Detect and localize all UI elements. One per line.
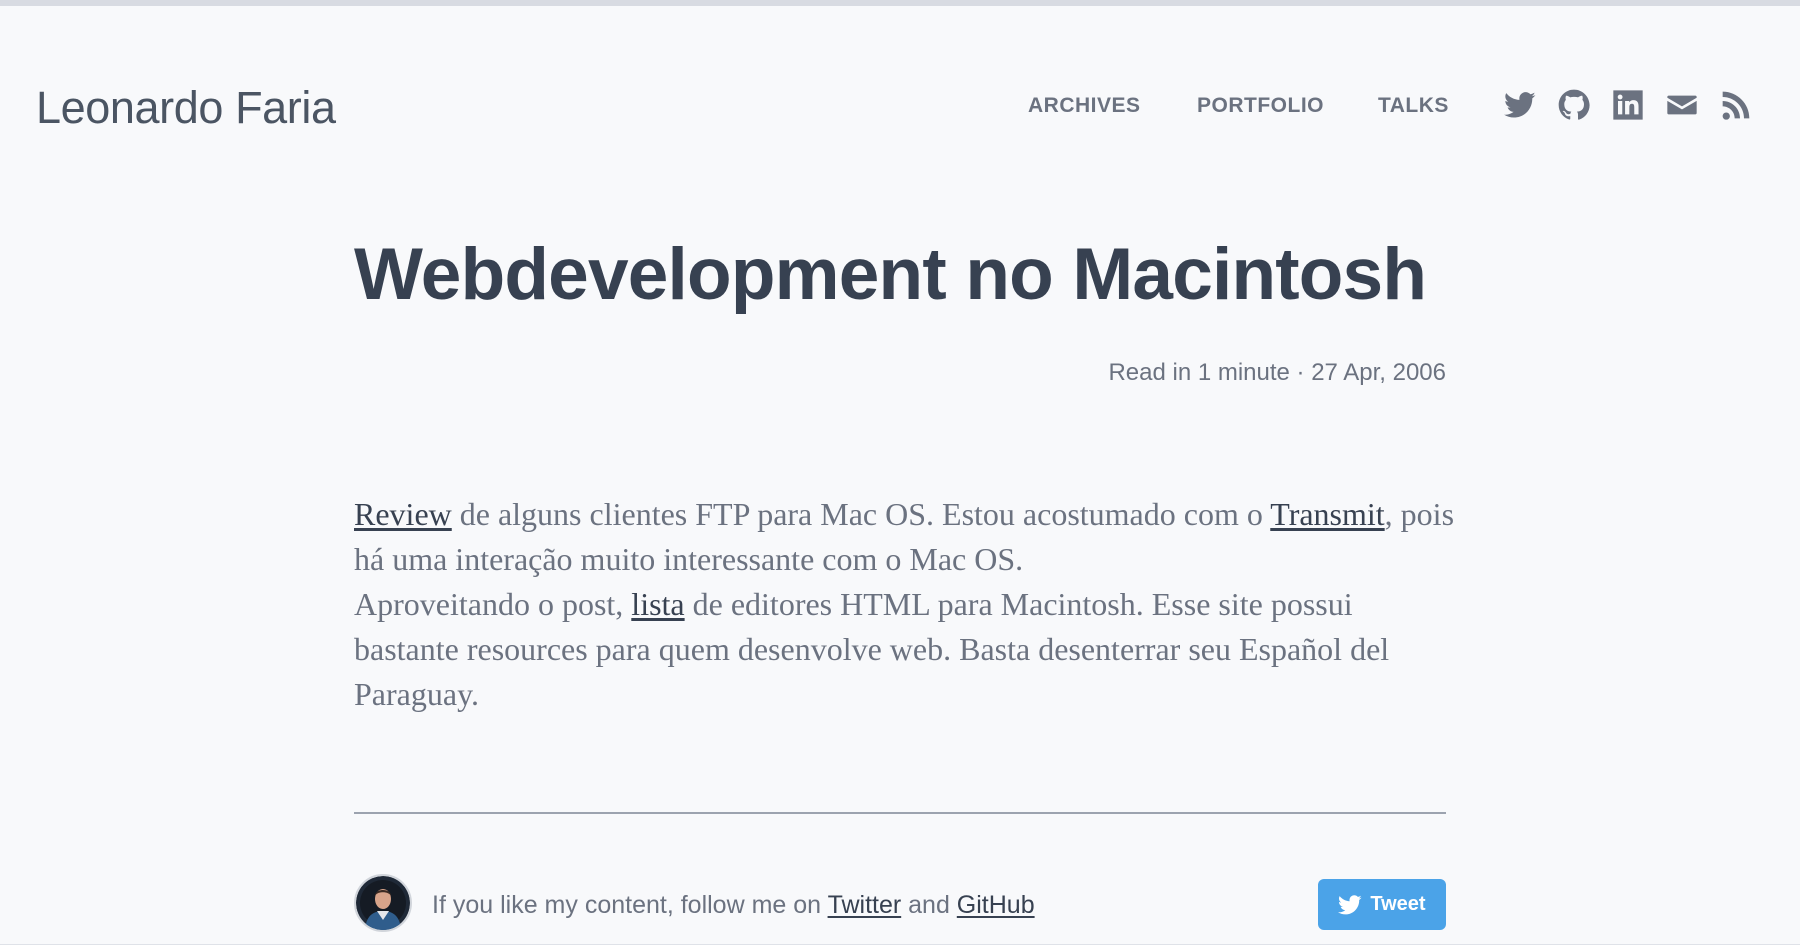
and-text: and [901, 891, 957, 919]
github-link[interactable]: GitHub [957, 891, 1035, 919]
tweet-button-label: Tweet [1370, 893, 1426, 915]
post-meta: Read in 1 minute · 27 Apr, 2006 [1108, 359, 1446, 386]
post-paragraph: Aproveitando o post, lista de editores H… [354, 582, 1454, 717]
post-text: de alguns clientes FTP para Mac OS. Esto… [451, 496, 1271, 532]
divider [354, 812, 1446, 814]
follow-text: If you like my content, follow me on [432, 891, 828, 919]
post-title: Webdevelopment no Macintosh [354, 234, 1427, 315]
post-body: Review de alguns clientes FTP para Mac O… [354, 492, 1454, 717]
follow-message: If you like my content, follow me on Twi… [432, 890, 1035, 920]
github-icon[interactable] [1558, 89, 1590, 121]
post-text: Aproveitando o post, [354, 586, 632, 622]
twitter-icon [1338, 893, 1362, 917]
post-paragraph: Review de alguns clientes FTP para Mac O… [354, 492, 1454, 582]
nav-portfolio[interactable]: PORTFOLIO [1197, 93, 1324, 119]
transmit-link[interactable]: Transmit [1270, 496, 1384, 532]
email-icon[interactable] [1666, 89, 1698, 121]
nav-archives[interactable]: ARCHIVES [1028, 93, 1141, 119]
tweet-button[interactable]: Tweet [1318, 879, 1446, 930]
linkedin-icon[interactable] [1612, 89, 1644, 121]
lista-link[interactable]: lista [631, 586, 684, 622]
nav-talks[interactable]: TALKS [1378, 93, 1449, 119]
rss-icon[interactable] [1720, 89, 1752, 121]
twitter-link[interactable]: Twitter [828, 891, 902, 919]
review-link[interactable]: Review [354, 496, 452, 532]
top-border [0, 0, 1800, 6]
twitter-icon[interactable] [1504, 89, 1536, 121]
site-title[interactable]: Leonardo Faria [36, 78, 336, 138]
avatar [354, 874, 412, 932]
